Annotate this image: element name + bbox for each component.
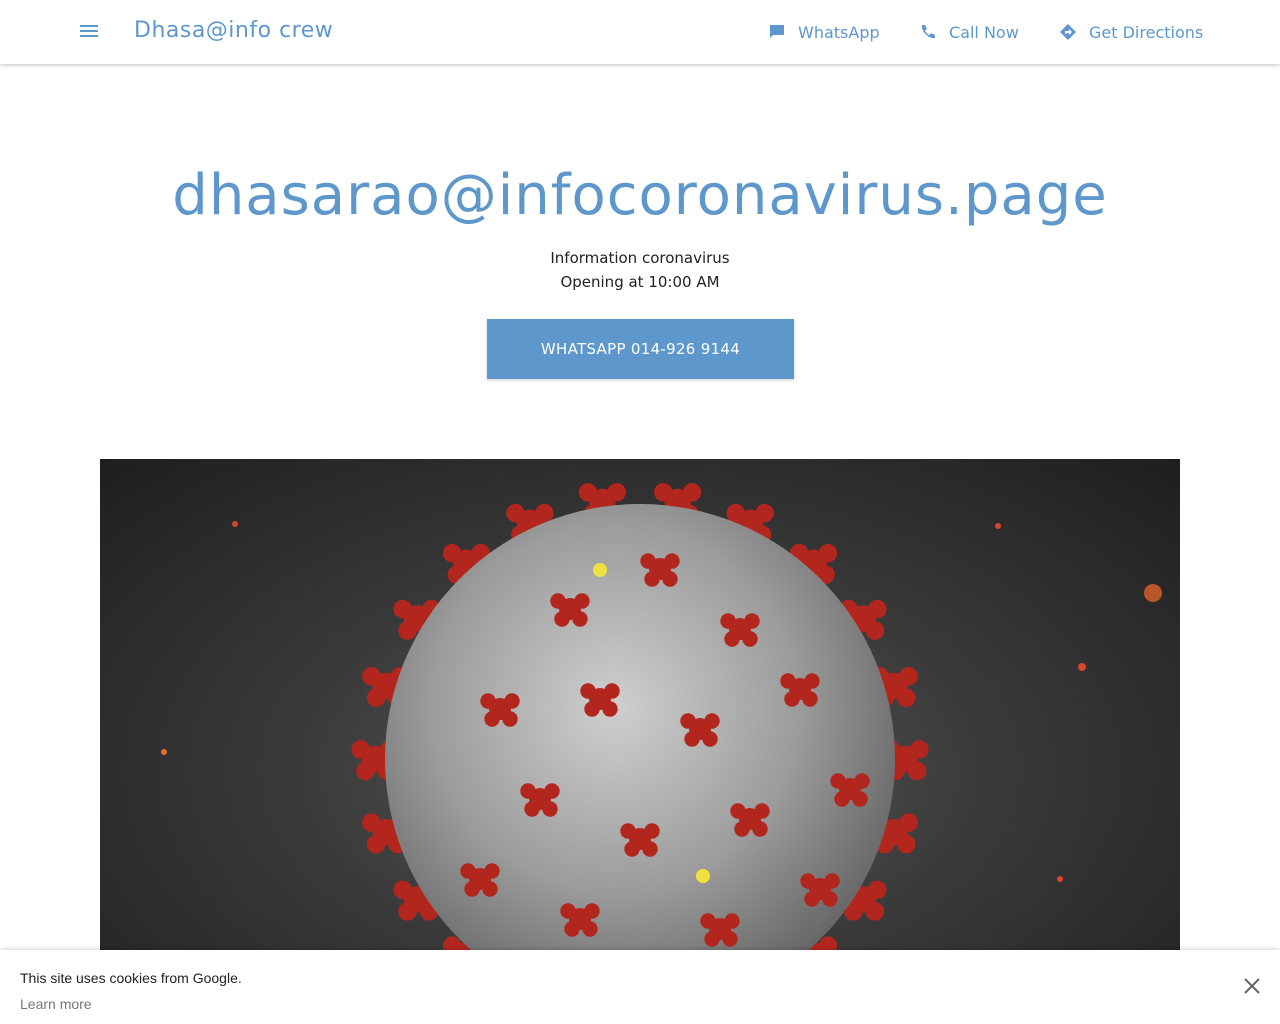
opening-hours: Opening at 10:00 AM — [560, 273, 720, 291]
page-subtitle: Information coronavirus — [550, 249, 730, 267]
cookie-banner: This site uses cookies from Google. Lear… — [0, 950, 1280, 1024]
directions-icon — [1060, 24, 1076, 40]
phone-icon — [921, 25, 935, 39]
learn-more-link[interactable]: Learn more — [20, 996, 92, 1012]
call-now-label: Call Now — [949, 22, 1019, 42]
page-title: dhasarao@infocoronavirus.page — [172, 163, 1108, 228]
whatsapp-link[interactable]: WhatsApp — [768, 20, 880, 44]
chat-icon — [770, 25, 784, 38]
cookie-message: This site uses cookies from Google. — [20, 970, 242, 986]
coronavirus-image — [100, 459, 1180, 1024]
whatsapp-label: WhatsApp — [798, 22, 880, 42]
get-directions-link[interactable]: Get Directions — [1059, 20, 1203, 44]
site-brand[interactable]: Dhasa@info crew — [134, 16, 333, 46]
virus-illustration — [161, 483, 1162, 1024]
get-directions-label: Get Directions — [1089, 22, 1204, 42]
virus-body — [385, 504, 895, 1014]
top-app-bar: Dhasa@info crew WhatsApp Call Now Get Di… — [0, 0, 1280, 64]
whatsapp-cta-button[interactable]: WHATSAPP 014-926 9144 — [487, 319, 794, 379]
menu-icon[interactable] — [78, 20, 102, 44]
call-now-link[interactable]: Call Now — [919, 20, 1019, 44]
close-icon[interactable] — [1240, 974, 1264, 998]
